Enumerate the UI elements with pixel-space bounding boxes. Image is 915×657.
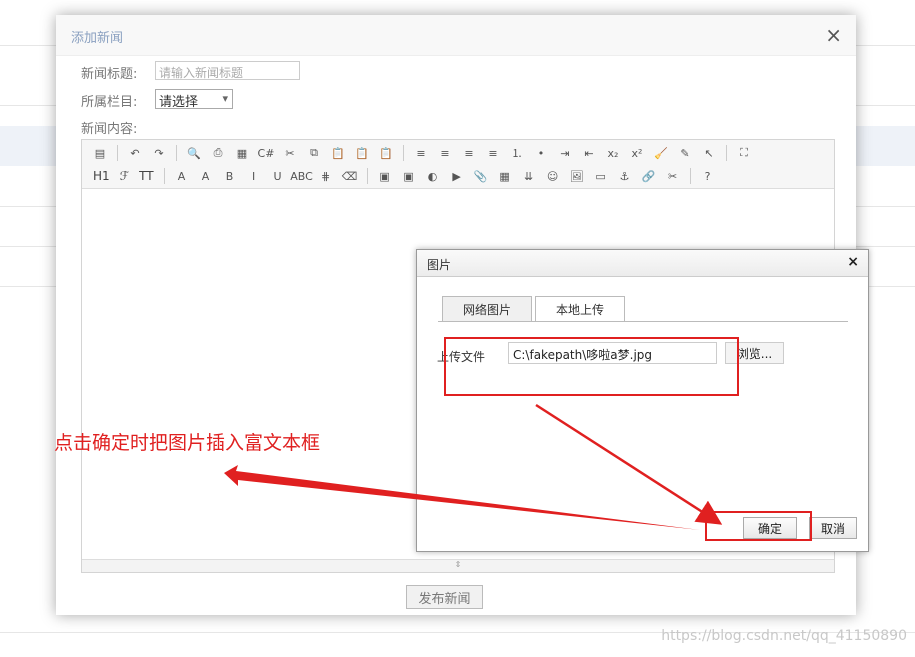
tab-network-image[interactable]: 网络图片 [442,296,532,322]
media-icon[interactable]: ▶ [447,167,467,185]
undo-icon[interactable]: ↶ [125,144,145,162]
flash-icon[interactable]: ◐ [423,167,443,185]
image-dialog-title: 图片 [427,258,452,272]
editor-toolbar: ▤ ↶ ↷ 🔍 ⎙ ▦ C# ✂ ⧉ 📋 📋 📋 ≡ ≡ ≡ ≡ ⒈ • ⇥ ⇤ x₂ x² 🧹 ✎ ↖ ⛶ H1 ℱ TT AA… [82,140,834,189]
toolbar-separator [403,145,404,161]
outdent-icon[interactable]: ⇤ [579,144,599,162]
subscript-icon[interactable]: x₂ [603,144,623,162]
toolbar-separator [689,168,691,184]
eraser-icon[interactable]: ⌫ [340,167,360,185]
indent-icon[interactable]: ⇥ [555,144,575,162]
strikethrough-icon[interactable]: ABC [290,167,313,185]
toolbar-row-1: ▤ ↶ ↷ 🔍 ⎙ ▦ C# ✂ ⧉ 📋 📋 📋 ≡ ≡ ≡ ≡ ⒈ • ⇥ ⇤ x₂ x² 🧹 ✎ ↖ ⛶ [90,143,754,163]
ok-button-highlight-box [705,511,812,541]
font-color-icon[interactable]: A [172,167,192,185]
preview-icon[interactable]: 🔍 [184,144,204,162]
watermark: https://blog.csdn.net/qq_41150890 [661,628,907,644]
news-title-label: 新闻标题: [81,67,138,82]
editor-resize-handle[interactable]: ⇕ [82,559,834,572]
unordered-list-icon[interactable]: • [531,144,551,162]
publish-news-button[interactable]: 发布新闻 [406,585,483,609]
category-select[interactable]: 请选择 ▾ [155,89,233,110]
toolbar-separator [176,145,177,161]
tab-local-upload[interactable]: 本地上传 [535,296,625,322]
select-all-icon[interactable]: ✎ [675,144,695,162]
insert-row-icon[interactable]: ⇊ [519,167,539,185]
cancel-button[interactable]: 取消 [809,517,857,539]
unlink-icon[interactable]: ✂ [663,167,683,185]
redo-icon[interactable]: ↷ [149,144,169,162]
highlight-icon[interactable]: A [196,167,216,185]
image-dialog: 图片 × 网络图片 本地上传 上传文件 C:\fakepath\哆啦a梦.jpg… [416,249,869,552]
underline-icon[interactable]: U [268,167,288,185]
image-gallery-icon[interactable]: 🖼 [567,167,587,185]
fullscreen-icon[interactable]: ⛶ [734,144,754,162]
font-family-dropdown[interactable]: ℱ [117,169,132,183]
tab-divider [438,321,848,322]
modal-header: 添加新闻 × [56,15,856,56]
copy-icon[interactable]: ⧉ [304,144,324,162]
clear-format-icon[interactable]: 🧹 [651,144,671,162]
close-icon[interactable]: × [825,23,842,47]
paste-icon[interactable]: 📋 [328,144,348,162]
toolbar-row-2: H1 ℱ TT A A B I U ABC ⋕ ⌫ ▣ ▣ ◐ ▶ 📎 ▦ ⇊ ☺ 🖼 ▭ ⚓ 🔗 ✂? [90,166,718,186]
emoticon-icon[interactable]: ☺ [543,167,563,185]
heading-dropdown[interactable]: H1 [90,169,113,183]
category-selected-value: 请选择 [159,95,199,110]
toolbar-separator [117,145,118,161]
justify-icon[interactable]: ≡ [483,144,503,162]
italic-icon[interactable]: I [244,167,264,185]
paste-text-icon[interactable]: 📋 [352,144,372,162]
ordered-list-icon[interactable]: ⒈ [507,144,527,162]
source-icon[interactable]: ▤ [90,144,110,162]
paste-word-icon[interactable]: 📋 [376,144,396,162]
news-title-input[interactable]: 请输入新闻标题 [155,61,300,80]
upload-highlight-box [444,337,739,396]
toolbar-separator [366,168,368,184]
print-icon[interactable]: ⎙ [208,144,228,162]
link-icon[interactable]: 🔗 [639,167,659,185]
anchor-icon[interactable]: ⚓ [615,167,635,185]
image-dialog-header: 图片 × [417,250,868,277]
superscript-icon[interactable]: x² [627,144,647,162]
multi-image-icon[interactable]: ▣ [399,167,419,185]
line-height-icon[interactable]: ⋕ [316,167,336,185]
toolbar-separator [163,168,165,184]
attach-icon[interactable]: 📎 [471,167,491,185]
close-icon[interactable]: × [847,254,859,270]
pagebreak-icon[interactable]: ▭ [591,167,611,185]
category-label: 所属栏目: [81,95,138,110]
modal-title: 添加新闻 [71,31,124,46]
help-icon[interactable]: ? [698,167,718,185]
chevron-down-icon: ▾ [222,92,228,105]
align-right-icon[interactable]: ≡ [459,144,479,162]
code-icon[interactable]: C# [256,144,276,162]
toolbar-separator [726,145,727,161]
annotation-note: 点击确定时把图片插入富文本框 [54,432,321,454]
font-size-dropdown[interactable]: TT [136,169,156,183]
cut-icon[interactable]: ✂ [280,144,300,162]
align-center-icon[interactable]: ≡ [435,144,455,162]
template-icon[interactable]: ▦ [232,144,252,162]
news-content-label: 新闻内容: [81,122,138,137]
pointer-icon[interactable]: ↖ [699,144,719,162]
image-icon[interactable]: ▣ [375,167,395,185]
bold-icon[interactable]: B [220,167,240,185]
align-left-icon[interactable]: ≡ [411,144,431,162]
table-icon[interactable]: ▦ [495,167,515,185]
